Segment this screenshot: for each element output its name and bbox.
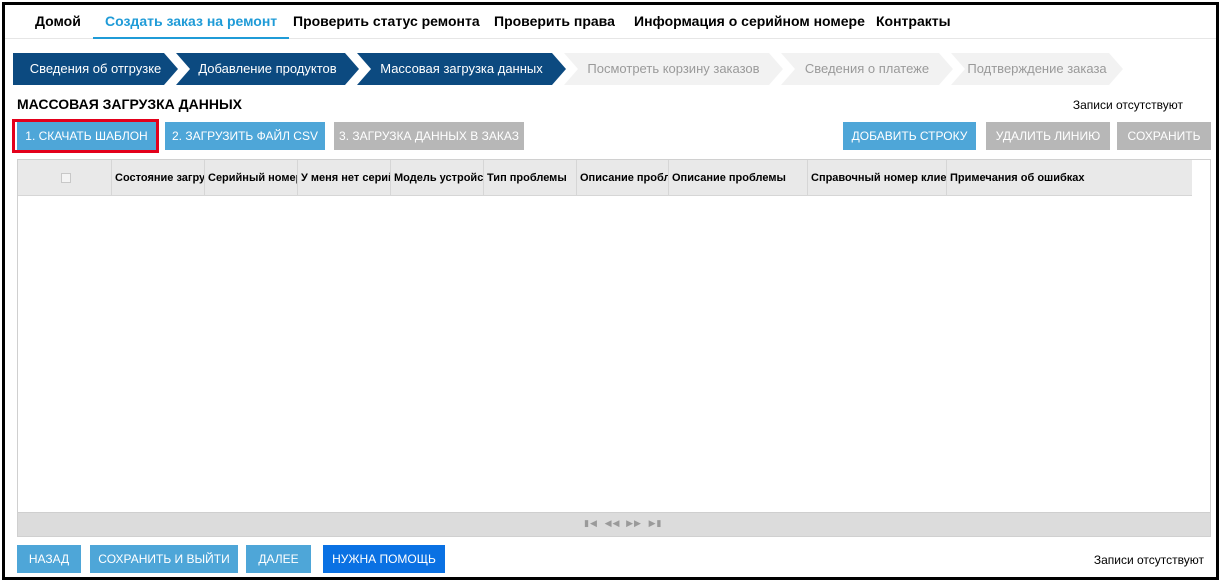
save-button[interactable]: Сохранить xyxy=(1117,122,1211,150)
records-status-top: Записи отсутствуют xyxy=(1072,98,1183,112)
column-header[interactable]: Примечания об ошибках xyxy=(947,160,1192,196)
last-page-icon[interactable]: ▶▮ xyxy=(647,518,665,529)
column-header[interactable]: У меня нет серийного номера xyxy=(298,160,391,196)
first-page-icon[interactable]: ▮◀ xyxy=(582,518,600,529)
step-payment-info[interactable]: Сведения о платеже xyxy=(781,53,953,85)
column-header[interactable]: Состояние загрузки xyxy=(112,160,205,196)
step-add-products[interactable]: Добавление продуктов xyxy=(176,53,359,85)
next-button[interactable]: Далее xyxy=(246,545,311,573)
step-order-confirmation[interactable]: Подтверждение заказа xyxy=(951,53,1123,85)
page-title: МАССОВАЯ ЗАГРУЗКА ДАННЫХ xyxy=(17,96,243,112)
nav-check-repair-status[interactable]: Проверить статус ремонта xyxy=(293,5,480,39)
next-page-icon[interactable]: ▶▶ xyxy=(625,518,643,529)
step-bulk-upload[interactable]: Массовая загрузка данных xyxy=(357,53,566,85)
select-all-column xyxy=(18,160,112,196)
column-header[interactable]: Описание проблемы xyxy=(577,160,669,196)
download-template-button[interactable]: 1. Скачать шаблон xyxy=(17,122,156,150)
grid-pager-bar: ▮◀ ◀◀ ▶▶ ▶▮ xyxy=(18,512,1210,536)
column-header[interactable]: Модель устройства xyxy=(391,160,484,196)
nav-serial-number-info[interactable]: Информация о серийном номере xyxy=(634,5,865,39)
nav-create-repair-order[interactable]: Создать заказ на ремонт xyxy=(93,5,290,39)
nav-check-rights[interactable]: Проверить права xyxy=(494,5,615,39)
nav-contracts[interactable]: Контракты xyxy=(876,5,951,39)
step-shipping-info[interactable]: Сведения об отгрузке xyxy=(13,53,178,85)
records-status-bottom: Записи отсутствуют xyxy=(1093,553,1204,567)
select-all-checkbox[interactable] xyxy=(61,173,71,183)
top-navigation: Домой Создать заказ на ремонт Проверить … xyxy=(5,5,1216,39)
add-row-button[interactable]: Добавить строку xyxy=(843,122,976,150)
column-header[interactable]: Описание проблемы xyxy=(669,160,808,196)
pager: ▮◀ ◀◀ ▶▶ ▶▮ xyxy=(582,518,665,529)
save-and-exit-button[interactable]: Сохранить и выйти xyxy=(90,545,238,573)
prev-page-icon[interactable]: ◀◀ xyxy=(604,518,622,529)
nav-home[interactable]: Домой xyxy=(35,5,81,39)
load-data-to-order-button[interactable]: 3. Загрузка данных в заказ xyxy=(334,122,524,150)
step-view-cart[interactable]: Посмотреть корзину заказов xyxy=(564,53,783,85)
grid-header: Состояние загрузки Серийный номер У меня… xyxy=(18,160,1192,196)
delete-line-button[interactable]: Удалить линию xyxy=(986,122,1110,150)
column-header[interactable]: Тип проблемы xyxy=(484,160,577,196)
need-help-button[interactable]: Нужна помощь xyxy=(323,545,445,573)
upload-csv-button[interactable]: 2. Загрузить файл CSV xyxy=(165,122,325,150)
column-header[interactable]: Серийный номер xyxy=(205,160,298,196)
app-frame: Домой Создать заказ на ремонт Проверить … xyxy=(2,2,1219,580)
data-grid: Состояние загрузки Серийный номер У меня… xyxy=(17,159,1211,537)
column-header[interactable]: Справочный номер клиента xyxy=(808,160,947,196)
wizard-steps: Сведения об отгрузке Добавление продукто… xyxy=(13,53,1213,85)
back-button[interactable]: Назад xyxy=(17,545,81,573)
